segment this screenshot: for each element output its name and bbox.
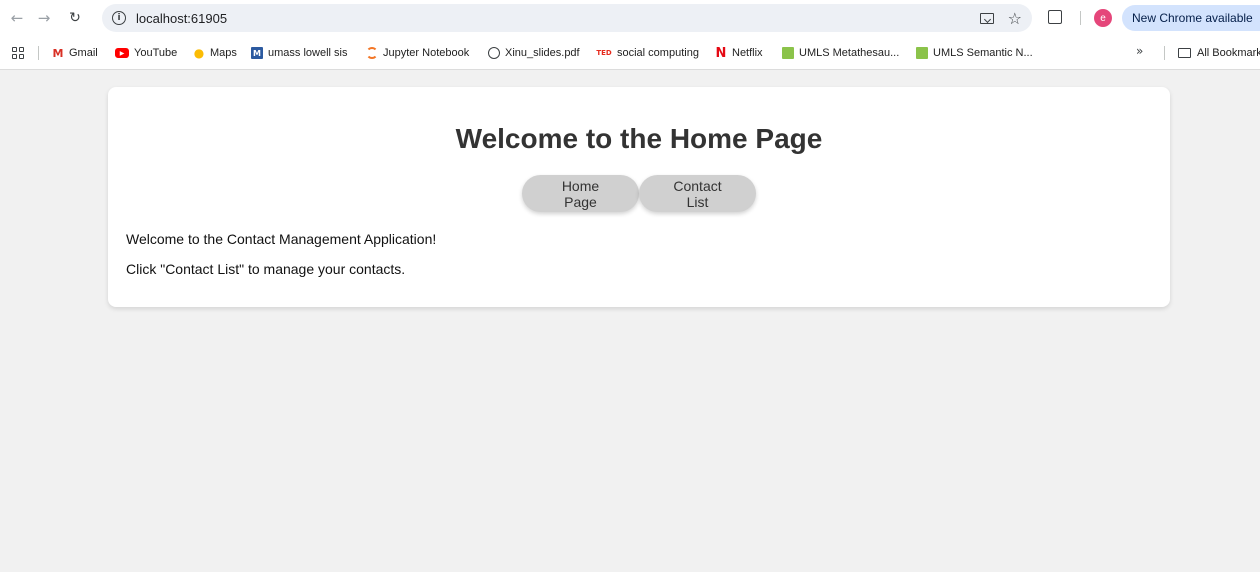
extensions-icon[interactable]: [1048, 10, 1062, 24]
bookmark-jupyter-notebook[interactable]: Jupyter Notebook: [366, 44, 469, 62]
install-app-icon[interactable]: [979, 12, 994, 24]
address-bar[interactable]: i localhost:61905 ☆: [102, 4, 1032, 32]
bookmark-social-computing[interactable]: TED social computing: [596, 44, 699, 62]
ted-icon: TED: [596, 49, 612, 57]
bookmark-star-icon[interactable]: ☆: [1008, 9, 1022, 28]
bookmark-umls-semantic-network[interactable]: UMLS Semantic N...: [916, 44, 1033, 62]
bookmark-maps[interactable]: ● Maps: [193, 44, 237, 62]
all-bookmarks-button[interactable]: All Bookmarks: [1178, 44, 1260, 62]
chrome-update-button[interactable]: New Chrome available: [1122, 5, 1260, 31]
gmail-icon: M: [52, 46, 64, 60]
contact-list-button[interactable]: Contact List: [639, 175, 756, 212]
umass-icon: M: [251, 47, 263, 59]
site-info-icon[interactable]: i: [112, 11, 126, 25]
toolbar-divider: [1080, 11, 1081, 25]
umls-icon: [916, 47, 928, 59]
page-title: Welcome to the Home Page: [455, 123, 823, 154]
jupyter-icon: [366, 47, 378, 59]
url-text[interactable]: localhost:61905: [136, 11, 227, 26]
apps-grid-icon[interactable]: [12, 47, 24, 59]
bookmark-umass-lowell-sis[interactable]: M umass lowell sis: [251, 44, 347, 62]
more-bookmarks-chevron-icon[interactable]: »: [1136, 44, 1143, 58]
welcome-message: Welcome to the Contact Management Applic…: [126, 231, 437, 247]
bookmark-xinu-slides[interactable]: Xinu_slides.pdf: [488, 44, 580, 62]
bookmarks-bar: M Gmail ▶ YouTube ● Maps M umass lowell …: [0, 36, 1260, 70]
page-nav: Home Page Contact List: [108, 175, 1170, 212]
netflix-icon: N: [715, 45, 727, 61]
bookmark-umls-metathesaurus[interactable]: UMLS Metathesau...: [782, 44, 899, 62]
home-page-button[interactable]: Home Page: [522, 175, 639, 212]
bookmarks-divider: [1164, 46, 1165, 60]
bookmarks-divider: [38, 46, 39, 60]
youtube-icon: ▶: [115, 48, 129, 58]
maps-icon: ●: [193, 46, 205, 60]
forward-arrow-icon[interactable]: →: [33, 7, 55, 29]
browser-toolbar: ← → ↻ i localhost:61905 ☆ e New Chrome a…: [0, 0, 1260, 36]
instruction-text: Click "Contact List" to manage your cont…: [126, 261, 406, 277]
profile-avatar[interactable]: e: [1094, 9, 1112, 27]
reload-icon[interactable]: ↻: [64, 7, 86, 29]
back-arrow-icon[interactable]: ←: [6, 7, 28, 29]
folder-icon: [1178, 48, 1191, 58]
home-card: Welcome to the Home Page Home Page Conta…: [108, 87, 1170, 307]
bookmark-netflix[interactable]: N Netflix: [715, 44, 763, 62]
bookmark-gmail[interactable]: M Gmail: [52, 44, 98, 62]
bookmark-youtube[interactable]: ▶ YouTube: [115, 44, 177, 62]
umls-icon: [782, 47, 794, 59]
globe-icon: [488, 47, 500, 59]
